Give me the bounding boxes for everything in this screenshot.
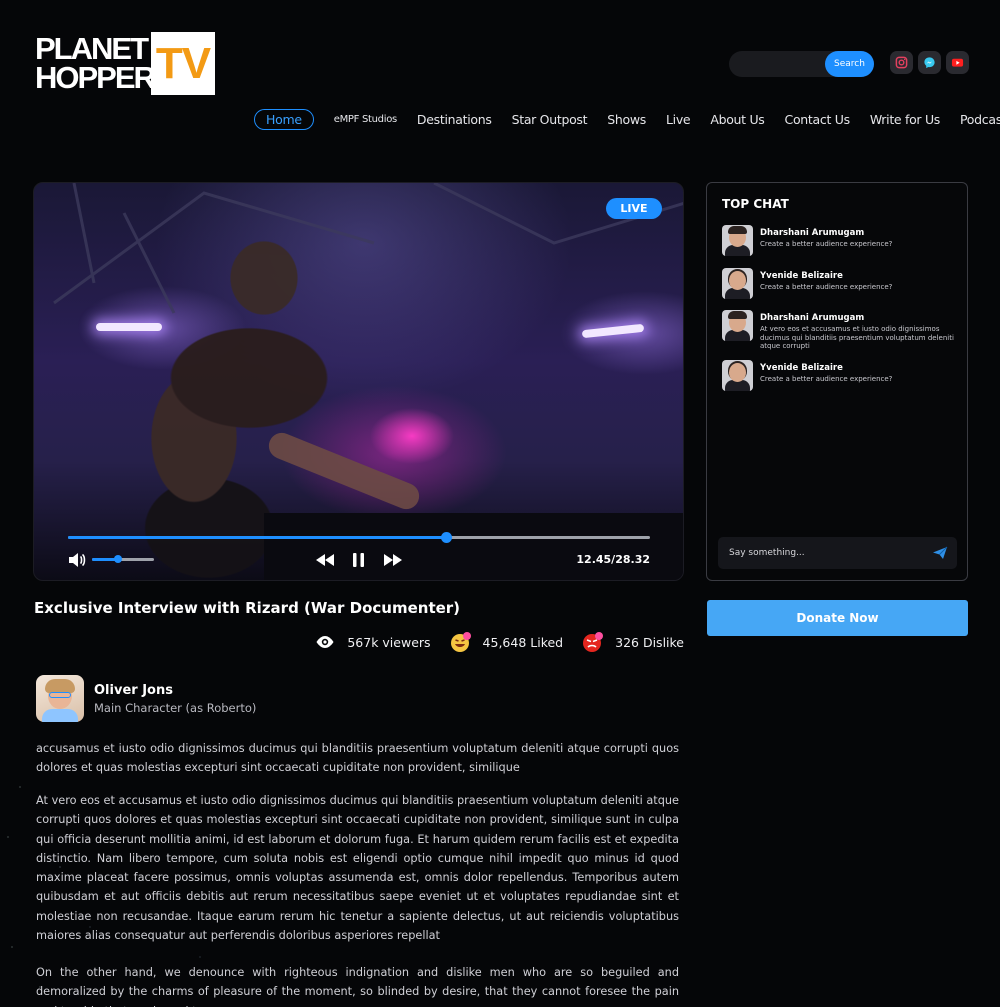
logo-line-hopper: HOPPER — [35, 60, 156, 95]
description-paragraph-2: At vero eos et accusamus et iusto odio d… — [36, 794, 679, 943]
chat-message-author: Dharshani Arumugam — [760, 313, 865, 323]
eye-icon — [316, 636, 334, 648]
logo-line-planet: PLANET — [35, 31, 149, 66]
chat-title: TOP CHAT — [722, 197, 789, 211]
site-logo[interactable]: PLANET HOPPER TV — [35, 32, 215, 95]
chat-message: Yvenide Belizaire Create a better audien… — [722, 360, 954, 391]
chat-message: Dharshani Arumugam Create a better audie… — [722, 225, 954, 256]
description-paragraph-3: On the other hand, we denounce with righ… — [36, 966, 679, 1007]
main-navigation: Home eMPF Studios Destinations Star Outp… — [254, 108, 1000, 130]
chat-message-text: Create a better audience experience? — [760, 240, 893, 248]
send-message-button[interactable] — [923, 537, 957, 569]
rewind-icon[interactable] — [315, 552, 335, 568]
nav-contact-us[interactable]: Contact Us — [785, 112, 851, 127]
nav-empf-studios[interactable]: eMPF Studios — [334, 114, 398, 125]
volume-slider[interactable] — [92, 555, 154, 563]
dislike-stat[interactable]: 326 Dislike — [581, 630, 684, 654]
chat-message: Dharshani Arumugam At vero eos et accusa… — [722, 310, 954, 351]
live-badge: LIVE — [606, 198, 662, 219]
pause-icon[interactable] — [352, 552, 365, 568]
avatar[interactable] — [36, 675, 84, 722]
chat-message-text: At vero eos et accusamus et iusto odio d… — [760, 325, 954, 350]
send-icon — [933, 546, 948, 559]
chat-message: Yvenide Belizaire Create a better audien… — [722, 268, 954, 299]
donate-button[interactable]: Donate Now — [707, 600, 968, 636]
video-time: 12.45/28.32 — [576, 553, 650, 566]
youtube-button[interactable] — [946, 51, 969, 74]
messenger-icon — [924, 57, 935, 69]
messenger-button[interactable] — [918, 51, 941, 74]
nav-shows[interactable]: Shows — [607, 112, 646, 127]
search-button[interactable]: Search — [825, 51, 874, 77]
video-progress-fill — [68, 536, 447, 539]
like-stat[interactable]: 45,648 Liked — [449, 630, 564, 654]
nav-about-us[interactable]: About Us — [710, 112, 765, 127]
volume-icon[interactable] — [68, 552, 86, 568]
youtube-icon — [951, 58, 964, 67]
author-role: Main Character (as Roberto) — [94, 700, 257, 715]
search-bar: Search — [729, 51, 874, 77]
viewers-count: 567k viewers — [347, 634, 431, 650]
chat-message-input[interactable] — [718, 537, 923, 569]
top-chat-panel: TOP CHAT Dharshani Arumugam Create a bet… — [706, 182, 968, 581]
like-count: 45,648 Liked — [482, 634, 564, 650]
stage-scene-image — [34, 183, 683, 580]
video-title: Exclusive Interview with Rizard (War Doc… — [34, 599, 461, 617]
video-progress-bar[interactable] — [68, 532, 650, 543]
logo-tv-badge: TV — [151, 32, 215, 95]
angry-emoji-icon — [583, 632, 604, 652]
dj-mixer-deck — [264, 513, 683, 580]
dislike-count: 326 Dislike — [615, 634, 684, 650]
chat-message-text: Create a better audience experience? — [760, 283, 893, 291]
avatar — [722, 225, 753, 256]
author-name[interactable]: Oliver Jons — [94, 683, 256, 698]
avatar — [722, 310, 753, 341]
nav-star-outpost[interactable]: Star Outpost — [512, 112, 588, 127]
video-player[interactable]: LIVE 12.45/28.32 — [33, 182, 684, 581]
chat-message-author: Dharshani Arumugam — [760, 228, 865, 238]
viewers-stat: 567k viewers — [313, 630, 431, 654]
volume-handle[interactable] — [114, 555, 123, 563]
nav-destinations[interactable]: Destinations — [417, 112, 492, 127]
avatar — [722, 360, 753, 391]
chat-message-text: Create a better audience experience? — [760, 375, 893, 383]
chat-message-author: Yvenide Belizaire — [760, 363, 843, 373]
avatar — [722, 268, 753, 299]
instagram-button[interactable] — [890, 51, 913, 74]
chat-composer — [718, 537, 957, 569]
search-input[interactable] — [729, 51, 825, 77]
video-stats: 567k viewers 45,648 Liked 326 Dislike — [295, 630, 684, 654]
nav-home[interactable]: Home — [254, 108, 314, 130]
laughing-emoji-icon — [450, 632, 471, 652]
chat-message-author: Yvenide Belizaire — [760, 271, 843, 281]
fast-forward-icon[interactable] — [383, 552, 403, 568]
instagram-icon — [895, 56, 908, 69]
nav-podcasts: Podcasts — [960, 111, 1000, 127]
author-card: Oliver Jons Main Character (as Roberto) — [36, 675, 256, 722]
nav-write-for-us[interactable]: Write for Us — [870, 112, 941, 127]
description-paragraph-1: accusamus et iusto odio dignissimos duci… — [36, 742, 679, 775]
nav-live[interactable]: Live — [666, 112, 691, 127]
logo-wordmark: PLANET HOPPER — [35, 31, 156, 95]
